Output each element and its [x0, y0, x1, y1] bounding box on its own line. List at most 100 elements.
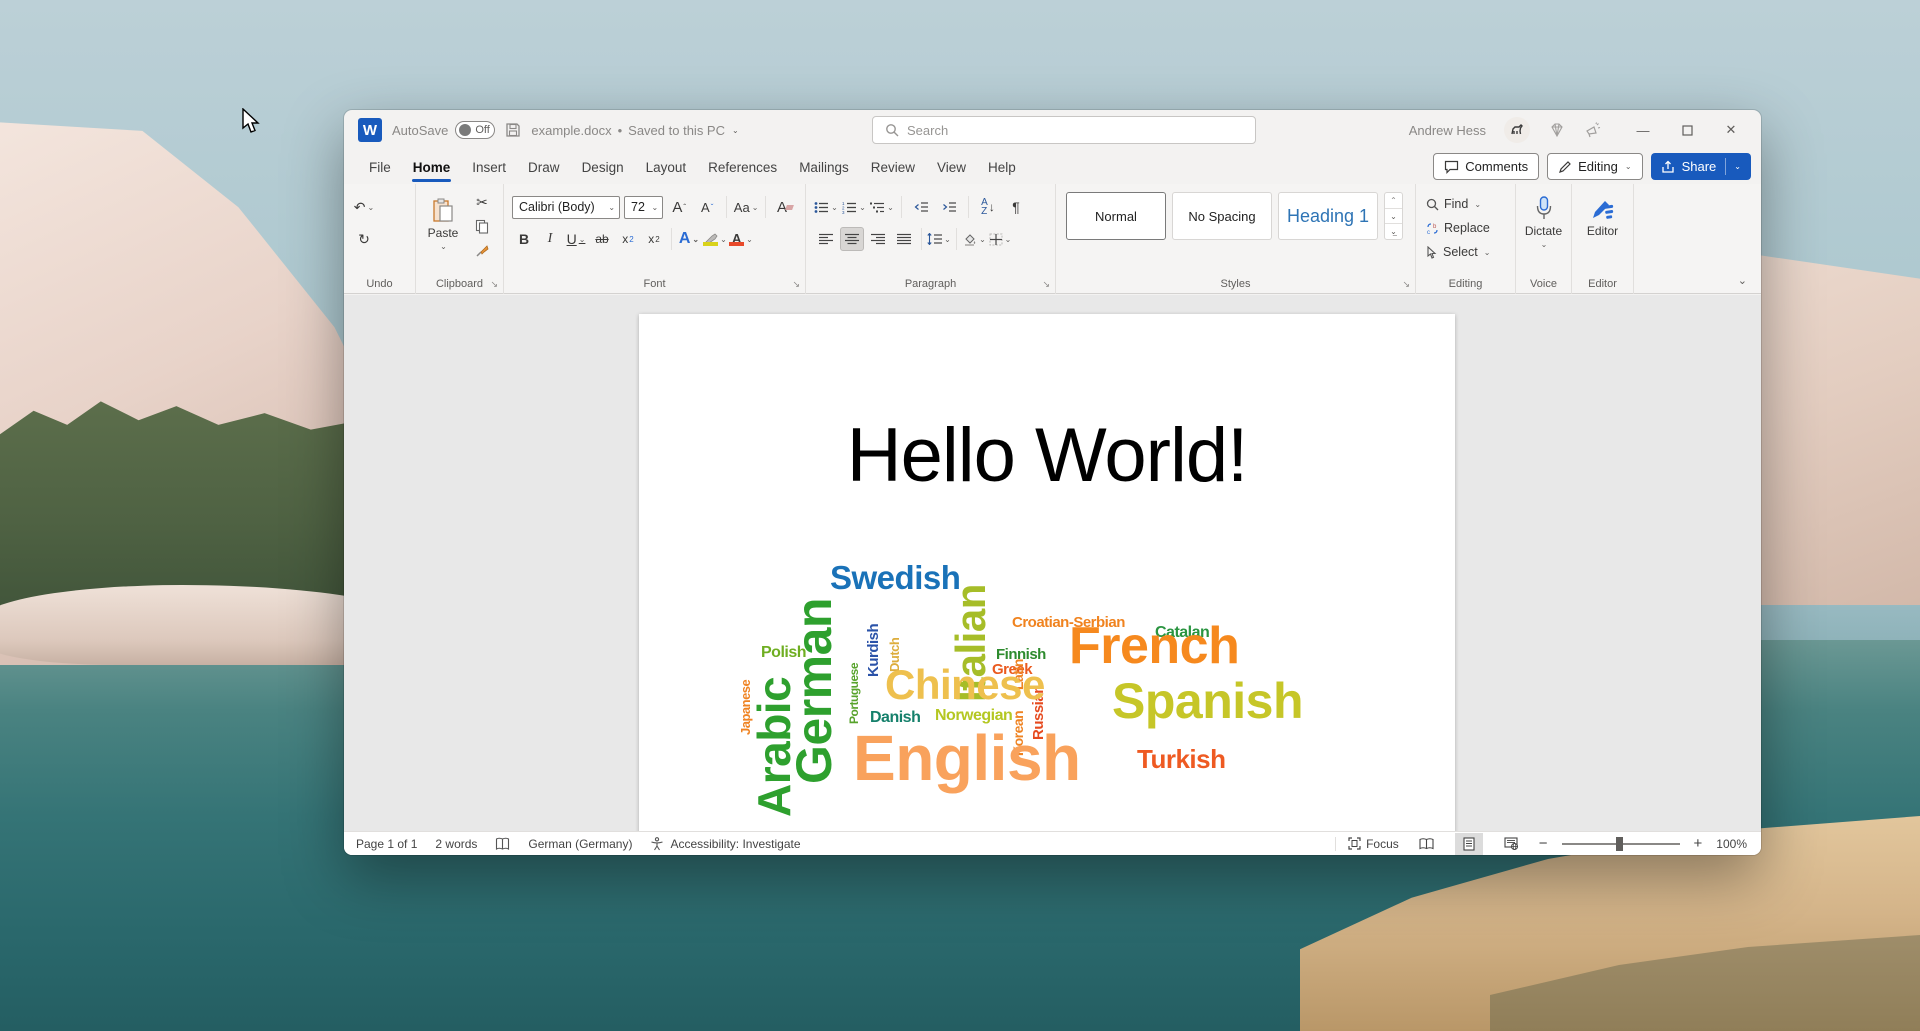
tab-draw[interactable]: Draw	[517, 153, 571, 182]
styles-dialog-launcher[interactable]: ↘	[1402, 279, 1410, 290]
align-center-button[interactable]	[840, 227, 864, 251]
page-indicator[interactable]: Page 1 of 1	[356, 837, 417, 851]
tab-insert[interactable]: Insert	[461, 153, 517, 182]
select-button[interactable]: Select ⌄	[1426, 241, 1490, 263]
copy-button[interactable]	[470, 216, 494, 236]
zoom-out-button[interactable]: −	[1539, 835, 1548, 852]
language-indicator[interactable]: German (Germany)	[528, 837, 632, 851]
highlight-button[interactable]: ⌄	[703, 227, 727, 251]
document-page[interactable]: Hello World! SwedishItalianGermanArabicJ…	[639, 314, 1455, 831]
font-dialog-launcher[interactable]: ↘	[792, 279, 800, 290]
document-canvas[interactable]: Hello World! SwedishItalianGermanArabicJ…	[344, 295, 1761, 831]
dictate-button[interactable]: Dictate ⌄	[1516, 188, 1571, 249]
format-painter-button[interactable]	[470, 240, 494, 260]
decrease-indent-button[interactable]	[909, 195, 933, 219]
maximize-button[interactable]	[1665, 110, 1709, 150]
paragraph-group-label: Paragraph	[806, 278, 1055, 290]
user-name[interactable]: Andrew Hess	[1409, 123, 1486, 138]
autosave-switch[interactable]: Off	[455, 121, 495, 139]
accessibility-status[interactable]: Accessibility: Investigate	[650, 837, 800, 851]
document-title[interactable]: example.docx • Saved to this PC ⌄	[531, 123, 738, 138]
tab-layout[interactable]: Layout	[635, 153, 698, 182]
strikethrough-button[interactable]: ab	[590, 227, 614, 251]
clipboard-dialog-launcher[interactable]: ↘	[490, 279, 498, 290]
paragraph-dialog-launcher[interactable]: ↘	[1042, 279, 1050, 290]
borders-button[interactable]: ⌄	[988, 227, 1012, 251]
style-heading-1[interactable]: Heading 1	[1278, 192, 1378, 240]
styles-gallery-more[interactable]: ⌄̲	[1385, 224, 1402, 239]
premium-diamond-icon[interactable]	[1548, 121, 1566, 139]
collapse-ribbon-button[interactable]: ⌄	[1738, 274, 1747, 287]
editing-label: Editing	[1578, 159, 1618, 174]
save-icon[interactable]	[505, 122, 521, 138]
grow-font-button[interactable]: Aˆ	[667, 195, 691, 219]
styles-scroll-up[interactable]: ⌃	[1385, 193, 1402, 209]
search-input[interactable]: Search	[872, 116, 1256, 144]
close-button[interactable]: ✕	[1709, 110, 1753, 150]
styles-group-label: Styles	[1056, 278, 1415, 290]
minimize-button[interactable]: —	[1621, 110, 1665, 150]
cloud-word-polish: Polish	[761, 645, 806, 661]
tab-references[interactable]: References	[697, 153, 788, 182]
shrink-font-button[interactable]: Aˇ	[695, 195, 719, 219]
tab-mailings[interactable]: Mailings	[788, 153, 860, 182]
focus-button[interactable]: Focus	[1335, 837, 1399, 851]
change-case-button[interactable]: Aa⌄	[734, 195, 758, 219]
word-logo-icon[interactable]: W	[358, 118, 382, 142]
font-color-button[interactable]: A ⌄	[729, 227, 753, 251]
borders-icon	[989, 233, 1003, 246]
word-count[interactable]: 2 words	[435, 837, 477, 851]
style-no-spacing[interactable]: No Spacing	[1172, 192, 1272, 240]
print-layout-button[interactable]	[1455, 833, 1483, 855]
underline-button[interactable]: U⌄	[564, 227, 588, 251]
paste-button[interactable]: Paste ⌄	[422, 190, 464, 251]
tab-design[interactable]: Design	[571, 153, 635, 182]
bullets-button[interactable]: ⌄	[814, 195, 838, 219]
show-formatting-button[interactable]: ¶	[1004, 195, 1028, 219]
align-left-button[interactable]	[814, 227, 838, 251]
cut-button[interactable]: ✂	[470, 192, 494, 212]
line-spacing-button[interactable]: ⌄	[927, 227, 951, 251]
tab-home[interactable]: Home	[402, 153, 462, 182]
bold-button[interactable]: B	[512, 227, 536, 251]
read-mode-button[interactable]	[1413, 833, 1441, 855]
clear-formatting-button[interactable]: A	[773, 195, 797, 219]
subscript-button[interactable]: x2	[616, 227, 640, 251]
avatar[interactable]	[1504, 117, 1530, 143]
find-button[interactable]: Find ⌄	[1426, 193, 1490, 215]
tab-view[interactable]: View	[926, 153, 977, 182]
redo-button[interactable]: ↻	[352, 227, 376, 251]
increase-indent-button[interactable]	[937, 195, 961, 219]
justify-button[interactable]	[892, 227, 916, 251]
tab-review[interactable]: Review	[860, 153, 926, 182]
superscript-button[interactable]: x2	[642, 227, 666, 251]
numbering-button[interactable]: 123 ⌄	[842, 195, 866, 219]
align-right-button[interactable]	[866, 227, 890, 251]
replace-button[interactable]: bc Replace	[1426, 217, 1490, 239]
cloud-word-kurdish: Kurdish	[866, 615, 881, 677]
editing-mode-button[interactable]: Editing ⌄	[1547, 153, 1642, 180]
sort-button[interactable]: AZ↓	[976, 195, 1000, 219]
shading-button[interactable]: ⌄	[962, 227, 986, 251]
editor-button[interactable]: Editor	[1572, 190, 1633, 238]
web-layout-button[interactable]	[1497, 833, 1525, 855]
italic-button[interactable]: I	[538, 227, 562, 251]
share-button[interactable]: Share ⌄	[1651, 153, 1751, 180]
feedback-megaphone-icon[interactable]	[1584, 121, 1603, 139]
proofing-book-icon[interactable]	[495, 837, 510, 851]
font-size-combo[interactable]: 72 ⌄	[624, 196, 663, 219]
font-family-combo[interactable]: Calibri (Body) ⌄	[512, 196, 620, 219]
autosave-toggle[interactable]: AutoSave Off	[392, 121, 495, 139]
undo-button[interactable]: ↶⌄	[352, 195, 376, 219]
styles-scroll-down[interactable]: ⌄	[1385, 209, 1402, 225]
text-effects-button[interactable]: A⌄	[677, 227, 701, 251]
multilevel-list-button[interactable]: ⌄	[870, 195, 894, 219]
style-normal[interactable]: Normal	[1066, 192, 1166, 240]
zoom-slider[interactable]	[1562, 843, 1680, 845]
tab-file[interactable]: File	[358, 153, 402, 182]
zoom-level[interactable]: 100%	[1716, 837, 1747, 851]
zoom-slider-thumb[interactable]	[1616, 837, 1623, 851]
comments-button[interactable]: Comments	[1433, 153, 1539, 180]
tab-help[interactable]: Help	[977, 153, 1027, 182]
zoom-in-button[interactable]: +	[1694, 835, 1703, 852]
